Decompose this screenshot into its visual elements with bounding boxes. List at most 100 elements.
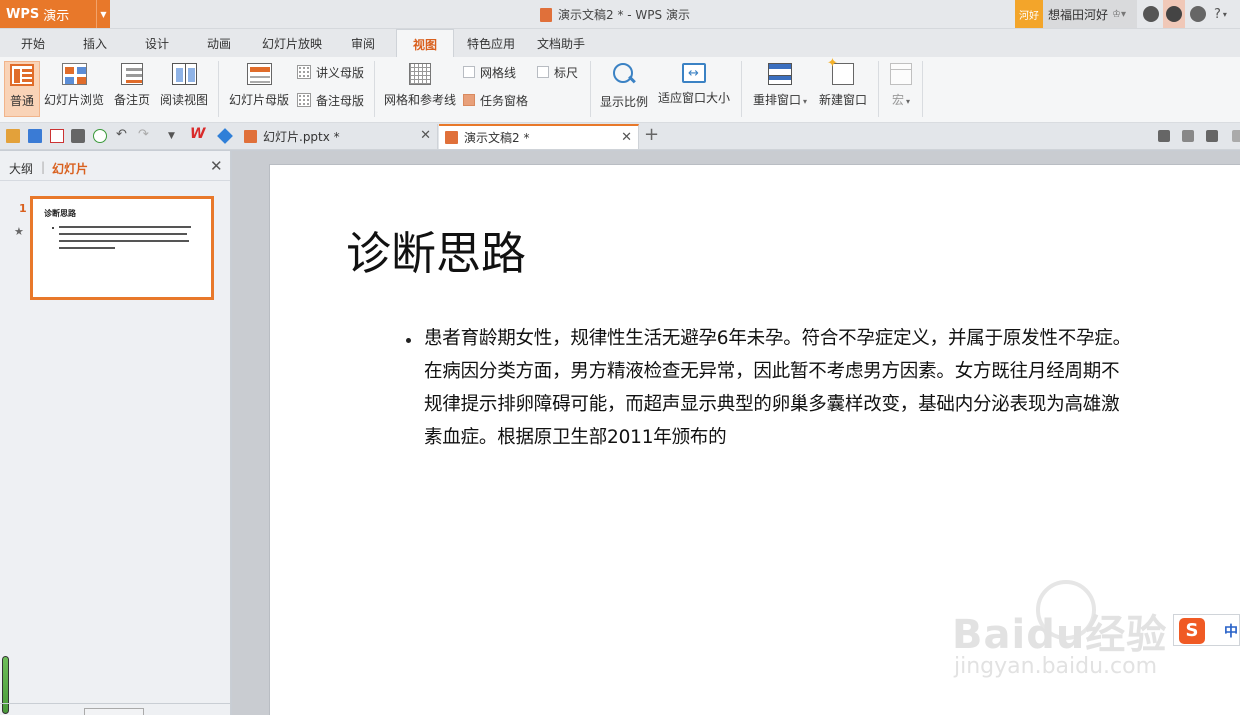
tab-insert[interactable]: 插入 [70, 29, 120, 57]
tab-design[interactable]: 设计 [132, 29, 182, 57]
slide-sorter-label: 幻灯片浏览 [43, 93, 104, 107]
sogou-logo-icon: S [1179, 618, 1205, 644]
thumbnail-text-line [59, 240, 189, 242]
arrange-windows-icon [768, 63, 792, 85]
open-folder-icon[interactable] [6, 129, 20, 143]
user-account-button[interactable]: 想福田河好 ♔▾ [1043, 0, 1137, 28]
grid-and-guides-button[interactable]: 网格和参考线 [382, 61, 458, 117]
ruler-check[interactable] [537, 66, 549, 78]
tab-start[interactable]: 开始 [8, 29, 58, 57]
quick-access-toolbar: ↶ ↷ ▼ W 幻灯片.pptx * ✕ 演示文稿2 * ✕ + [0, 123, 1240, 150]
ruler-checkbox[interactable]: 标尺 [537, 62, 578, 82]
thumbnail-text-line [59, 226, 191, 228]
tab-animation[interactable]: 动画 [194, 29, 244, 57]
slideshow-icon[interactable] [1158, 130, 1170, 142]
tab-slideshow[interactable]: 幻灯片放映 [254, 29, 330, 57]
doc-tab-presentation2[interactable]: 演示文稿2 * ✕ [439, 124, 639, 149]
collapse-pane-button[interactable] [84, 708, 144, 715]
ime-language-toggle[interactable]: 中 [1224, 621, 1238, 641]
ribbon-divider [218, 61, 219, 117]
ruler-label: 标尺 [554, 65, 579, 80]
tools-icon[interactable] [1182, 130, 1194, 142]
input-method-bar[interactable]: S 中 [1173, 614, 1240, 646]
slide-body-text[interactable]: 患者育龄期女性，规律性生活无避孕6年未孕。符合不孕症定义，并属于原发性不孕症。在… [424, 322, 1136, 454]
close-icon[interactable]: ✕ [621, 130, 632, 145]
app-center-icon[interactable] [217, 128, 233, 144]
view-ribbon: 普通 幻灯片浏览 备注页 阅读视图 幻灯片母版 讲义母版 备注母版 网格和参考线… [0, 56, 1240, 123]
slide-number: 1 [19, 202, 27, 215]
arrange-all-label: 重排窗口 [752, 93, 801, 107]
chevron-down-icon: ▾ [803, 97, 808, 106]
new-tab-plus-icon[interactable]: + [644, 124, 659, 145]
close-icon[interactable]: ✕ [210, 157, 223, 175]
notes-page-button[interactable]: 备注页 [110, 61, 154, 117]
redo-icon[interactable]: ↷ [138, 127, 149, 142]
fit-window-icon [682, 63, 706, 83]
macro-button[interactable]: 宏 ▾ [884, 61, 918, 117]
customize-toolbar-icon[interactable]: ▼ [168, 131, 175, 141]
print-preview-icon[interactable] [93, 129, 107, 143]
export-pdf-icon[interactable] [50, 129, 64, 143]
ribbon-divider [922, 61, 923, 117]
title-bar: WPS 演示 ▼ 演示文稿2 * - WPS 演示 河好 想福田河好 ♔▾ ? ▾ [0, 0, 1240, 29]
tab-outline[interactable]: 大纲 [9, 160, 33, 177]
search-icon[interactable] [1232, 130, 1240, 142]
tab-doc-assistant[interactable]: 文档助手 [532, 29, 590, 57]
bullet-point [406, 338, 411, 343]
window-title: 演示文稿2 * - WPS 演示 [540, 6, 690, 23]
handout-master-button[interactable]: 讲义母版 [297, 62, 364, 82]
normal-view-label: 普通 [9, 94, 34, 108]
notes-master-button[interactable]: 备注母版 [297, 90, 364, 110]
normal-view-button[interactable]: 普通 [4, 61, 40, 117]
slide-master-icon [246, 63, 272, 85]
pptx-file-icon [445, 131, 458, 144]
comment-icon[interactable] [1206, 130, 1218, 142]
pptx-file-icon [244, 130, 257, 143]
skin-icon[interactable] [1143, 6, 1159, 22]
slide-editing-area: 诊断思路 患者育龄期女性，规律性生活无避孕6年未孕。符合不孕症定义，并属于原发性… [232, 151, 1240, 715]
undo-icon[interactable]: ↶ [116, 127, 127, 142]
magnifier-icon [611, 63, 637, 87]
print-icon[interactable] [71, 129, 85, 143]
slide-canvas[interactable]: 诊断思路 患者育龄期女性，规律性生活无避孕6年未孕。符合不孕症定义，并属于原发性… [270, 165, 1240, 715]
gridlines-checkbox[interactable]: 网格线 [463, 62, 516, 82]
thumbnail-text-line [59, 233, 187, 235]
slide-title[interactable]: 诊断思路 [346, 217, 526, 282]
zoom-label: 显示比例 [599, 95, 648, 109]
app-menu-button[interactable]: WPS 演示 ▼ [0, 0, 110, 28]
save-icon[interactable] [28, 129, 42, 143]
doc-tab-slides-pptx[interactable]: 幻灯片.pptx * ✕ [238, 124, 438, 149]
ribbon-divider [741, 61, 742, 117]
notes-master-icon [297, 93, 311, 107]
grid-and-guides-label: 网格和参考线 [383, 93, 456, 107]
arrange-all-button[interactable]: 重排窗口 ▾ [748, 61, 812, 117]
slide-master-button[interactable]: 幻灯片母版 [226, 61, 292, 117]
close-icon[interactable]: ✕ [420, 128, 431, 143]
menu-tab-bar: 开始 插入 设计 动画 幻灯片放映 审阅 视图 特色应用 文档助手 [0, 29, 1240, 58]
wps-w-icon[interactable]: W [190, 126, 205, 142]
cloud-docs-icon[interactable] [1190, 6, 1206, 22]
tab-special-apps[interactable]: 特色应用 [462, 29, 520, 57]
user-avatar[interactable]: 河好 [1015, 0, 1043, 28]
reading-view-button[interactable]: 阅读视图 [158, 61, 210, 117]
macro-label: 宏 [891, 93, 904, 107]
slide-sorter-button[interactable]: 幻灯片浏览 [42, 61, 106, 117]
wps-logo: WPS [6, 6, 40, 22]
task-pane-check[interactable] [463, 94, 475, 106]
tab-view[interactable]: 视图 [396, 29, 454, 58]
wps-presentation-window: WPS 演示 ▼ 演示文稿2 * - WPS 演示 河好 想福田河好 ♔▾ ? ▾… [0, 0, 1240, 715]
tab-slides[interactable]: 幻灯片 [52, 160, 88, 177]
chevron-down-icon[interactable]: ▼ [96, 0, 110, 28]
tab-review[interactable]: 审阅 [338, 29, 388, 57]
share-icon[interactable] [1163, 0, 1185, 28]
zoom-button[interactable]: 显示比例 [598, 61, 650, 117]
fit-window-button[interactable]: 适应窗口大小 [655, 61, 733, 117]
task-pane-checkbox[interactable]: 任务窗格 [463, 90, 528, 110]
slide-thumbnail-1[interactable]: 诊断思路 [30, 196, 214, 300]
ribbon-divider [590, 61, 591, 117]
new-window-button[interactable]: 新建窗口 [816, 56, 870, 117]
gridlines-check[interactable] [463, 66, 475, 78]
new-window-label: 新建窗口 [818, 93, 867, 107]
help-button[interactable]: ? ▾ [1214, 4, 1238, 24]
help-icon: ? [1214, 6, 1221, 22]
